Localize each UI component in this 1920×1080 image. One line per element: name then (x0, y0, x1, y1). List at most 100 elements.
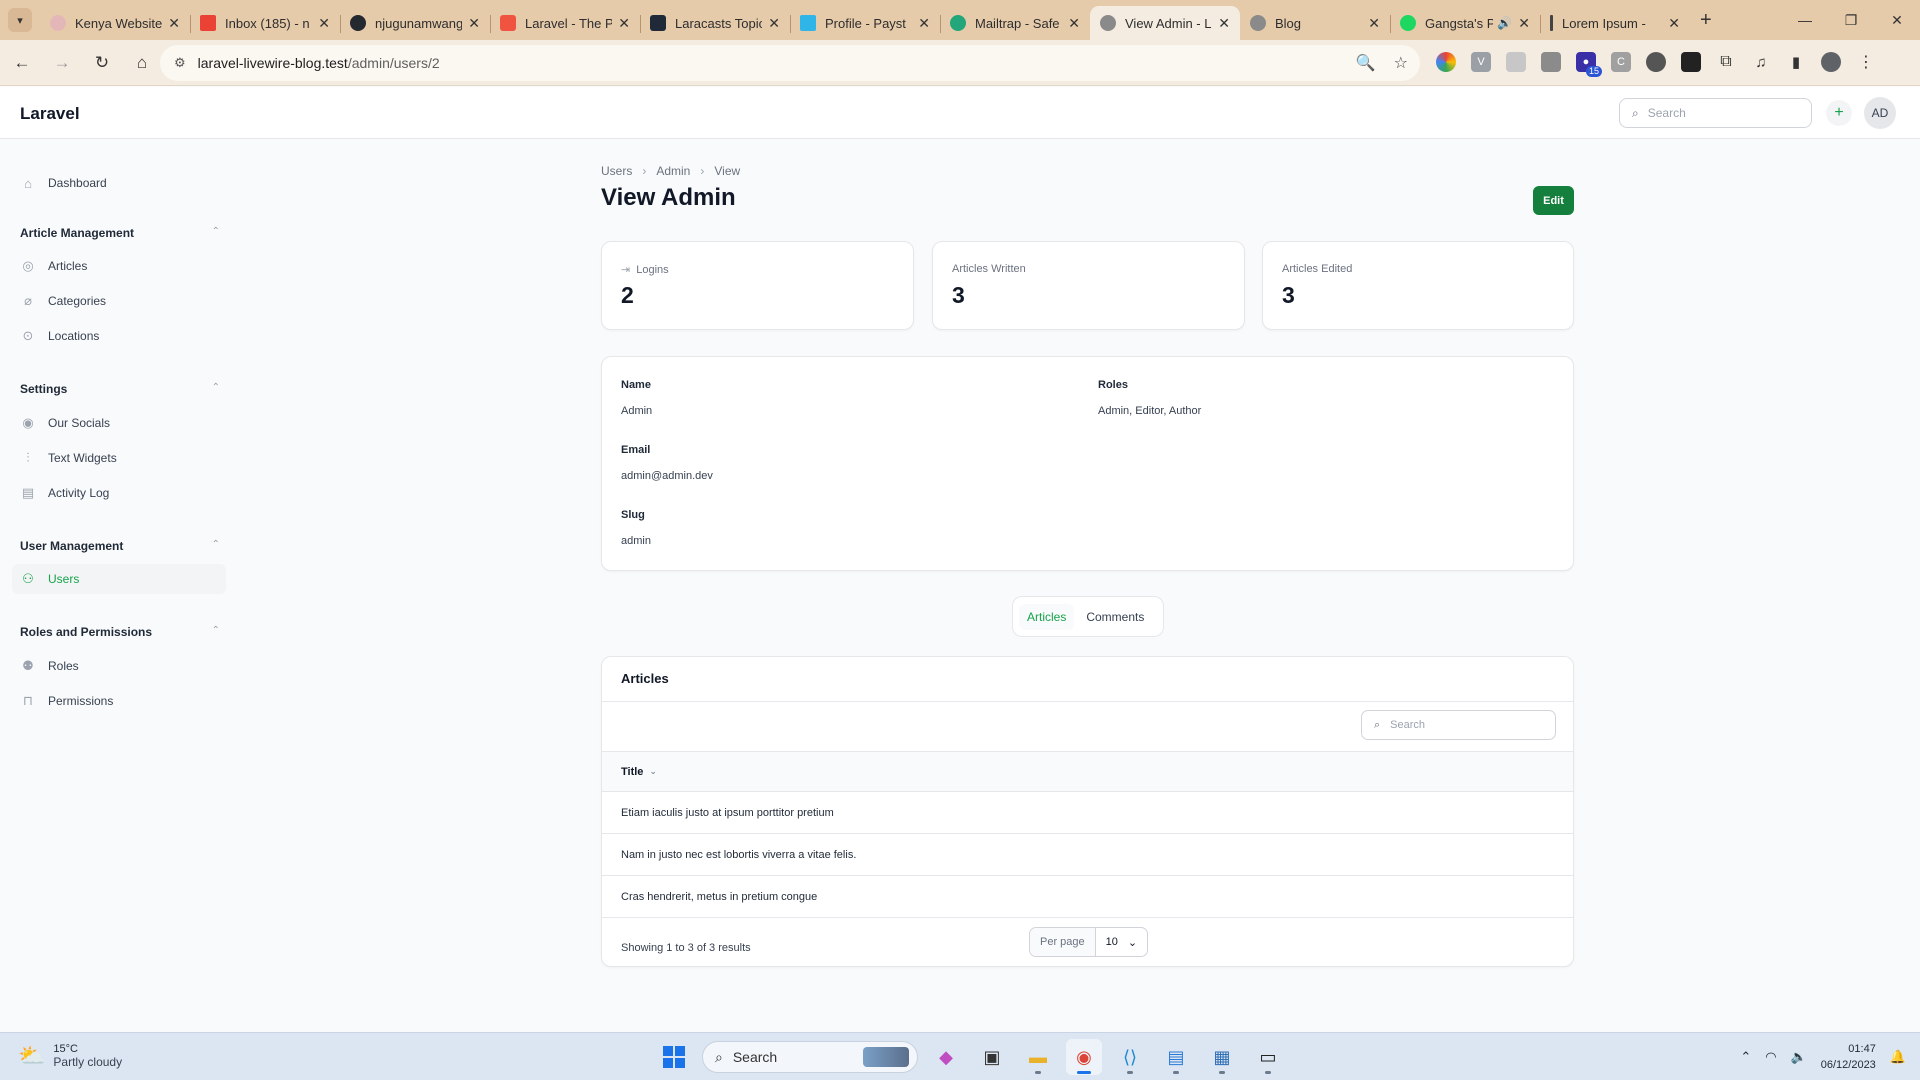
tab-close-icon[interactable]: ✕ (768, 15, 780, 32)
extension-icon[interactable]: C (1611, 52, 1631, 72)
tab-close-icon[interactable]: ✕ (318, 15, 330, 32)
sidebar-item-users[interactable]: ⚇ Users (12, 564, 226, 594)
sidebar-group-user-management[interactable]: User Management ⌃ (20, 539, 220, 553)
edit-button[interactable]: Edit (1533, 186, 1574, 215)
sidebar-group-article-management[interactable]: Article Management ⌃ (20, 226, 220, 240)
browser-tab[interactable]: Mailtrap - Safe ✕ (940, 6, 1090, 40)
tab-close-icon[interactable]: ✕ (918, 15, 930, 32)
browser-menu-icon[interactable]: ⋮ (1856, 52, 1876, 72)
sidebar-item-categories[interactable]: ⌀ Categories (12, 286, 226, 316)
breadcrumb-users-link[interactable]: Users (601, 164, 632, 178)
browser-tab[interactable]: Blog ✕ (1240, 6, 1390, 40)
wifi-icon[interactable]: ◠ (1765, 1049, 1776, 1065)
tab-close-icon[interactable]: ✕ (1068, 15, 1080, 32)
address-bar[interactable]: ⚙ laravel-livewire-blog.test/admin/users… (160, 45, 1420, 81)
extension-icon[interactable] (1681, 52, 1701, 72)
media-controls-icon[interactable]: ♫ (1751, 52, 1771, 72)
table-search-input[interactable]: ⌕ Search (1361, 710, 1556, 740)
extensions-puzzle-icon[interactable]: ⧉ (1716, 52, 1736, 72)
site-info-icon[interactable]: ⚙ (174, 55, 186, 71)
sidebar-group-roles-permissions[interactable]: Roles and Permissions ⌃ (20, 625, 220, 639)
sidebar-item-activity-log[interactable]: ▤ Activity Log (12, 478, 226, 508)
chevron-up-icon[interactable]: ⌃ (212, 625, 220, 639)
quick-add-button[interactable]: + (1826, 100, 1852, 126)
sidebar-item-locations[interactable]: ⊙ Locations (12, 321, 226, 351)
color-picker-extension-icon[interactable] (1436, 52, 1456, 72)
column-header-title[interactable]: Title ⌄ (602, 751, 1573, 791)
browser-tab[interactable]: Gangsta's P 🔊 ✕ (1390, 6, 1540, 40)
browser-tab[interactable]: njugunamwang ✕ (340, 6, 490, 40)
sidebar-item-text-widgets[interactable]: ⫶ Text Widgets (12, 443, 226, 473)
restore-icon[interactable]: ❐ (1828, 0, 1874, 40)
close-window-icon[interactable]: ✕ (1874, 0, 1920, 40)
chrome-icon[interactable]: ◉ (1066, 1039, 1102, 1075)
sidebar-item-dashboard[interactable]: ⌂ Dashboard (12, 168, 226, 198)
back-icon[interactable]: ← (4, 45, 40, 81)
browser-tab[interactable]: Inbox (185) - n ✕ (190, 6, 340, 40)
chevron-up-icon[interactable]: ⌃ (1740, 1049, 1751, 1065)
tab-close-icon[interactable]: ✕ (1218, 15, 1230, 32)
per-page-value[interactable]: 10 ⌄ (1096, 936, 1147, 949)
browser-tab-active[interactable]: View Admin - L ✕ (1090, 6, 1240, 40)
side-panel-icon[interactable]: ▮ (1786, 52, 1806, 72)
tab-close-icon[interactable]: ✕ (1368, 15, 1380, 32)
sidebar-item-permissions[interactable]: ⊓ Permissions (12, 686, 226, 716)
tab-comments[interactable]: Comments (1078, 604, 1152, 630)
extension-icon[interactable]: ● 15 (1576, 52, 1602, 77)
volume-icon[interactable]: 🔈 (1791, 1049, 1807, 1065)
browser-tab[interactable]: Lorem Ipsum - ✕ (1540, 6, 1690, 40)
task-view-icon[interactable]: ▣ (974, 1039, 1010, 1075)
browser-tab[interactable]: Profile - Payst ✕ (790, 6, 940, 40)
tab-close-icon[interactable]: ✕ (468, 15, 480, 32)
home-icon[interactable]: ⌂ (124, 45, 160, 81)
brand-logo[interactable]: Laravel (20, 104, 80, 124)
table-row[interactable]: Nam in justo nec est lobortis viverra a … (602, 833, 1573, 875)
notepad-icon[interactable]: ▤ (1158, 1039, 1194, 1075)
forward-icon[interactable]: → (44, 45, 80, 81)
table-row[interactable]: Cras hendrerit, metus in pretium congue (602, 875, 1573, 917)
chevron-up-icon[interactable]: ⌃ (212, 539, 220, 553)
browser-tab[interactable]: Kenya Website ✕ (40, 6, 190, 40)
chevron-down-icon[interactable]: ⌄ (649, 766, 657, 777)
extension-icon[interactable] (1506, 52, 1526, 72)
windows-start-icon[interactable] (656, 1039, 692, 1075)
new-tab-button[interactable]: + (1700, 9, 1712, 32)
performance-monitor-icon[interactable]: ▦ (1204, 1039, 1240, 1075)
table-row[interactable]: Etiam iaculis justo at ipsum porttitor p… (602, 791, 1573, 833)
tab-articles[interactable]: Articles (1019, 603, 1075, 630)
notification-bell-icon[interactable]: 🔔 (1890, 1049, 1906, 1065)
reload-icon[interactable]: ↻ (84, 45, 120, 81)
browser-tab[interactable]: Laracasts Topic ✕ (640, 6, 790, 40)
tab-close-icon[interactable]: ✕ (1668, 15, 1680, 32)
clock[interactable]: 01:47 06/12/2023 (1821, 1041, 1876, 1073)
user-avatar[interactable]: AD (1864, 97, 1896, 129)
bookmark-star-icon[interactable]: ☆ (1394, 53, 1408, 73)
terminal-icon[interactable]: ▭ (1250, 1039, 1286, 1075)
extension-icon[interactable] (1646, 52, 1666, 72)
profile-avatar-icon[interactable] (1821, 52, 1841, 72)
file-explorer-icon[interactable]: ▬ (1020, 1039, 1056, 1075)
sidebar-item-roles[interactable]: ⚉ Roles (12, 651, 226, 681)
vscode-icon[interactable]: ⟨⟩ (1112, 1039, 1148, 1075)
minimize-icon[interactable]: — (1782, 0, 1828, 40)
tab-close-icon[interactable]: ✕ (1518, 15, 1530, 32)
chevron-up-icon[interactable]: ⌃ (212, 382, 220, 396)
speaker-icon[interactable]: 🔊 (1497, 16, 1512, 30)
per-page-select[interactable]: Per page 10 ⌄ (1029, 927, 1149, 957)
weather-widget[interactable]: ⛅ 15°C Partly cloudy (18, 1043, 122, 1069)
zoom-icon[interactable]: 🔍 (1356, 53, 1376, 73)
tab-close-icon[interactable]: ✕ (168, 15, 180, 32)
copilot-icon[interactable]: ◆ (928, 1039, 964, 1075)
extension-icon[interactable] (1541, 52, 1561, 72)
sidebar-item-articles[interactable]: ◎ Articles (12, 251, 226, 281)
tab-search-button[interactable]: ▾ (8, 8, 32, 32)
chevron-up-icon[interactable]: ⌃ (212, 226, 220, 240)
sidebar-item-our-socials[interactable]: ◉ Our Socials (12, 408, 226, 438)
tab-close-icon[interactable]: ✕ (618, 15, 630, 32)
global-search-input[interactable]: ⌕ Search (1619, 98, 1812, 128)
sidebar-group-settings[interactable]: Settings ⌃ (20, 382, 220, 396)
taskbar-search[interactable]: ⌕ Search (702, 1041, 918, 1073)
breadcrumb-admin-link[interactable]: Admin (656, 164, 690, 178)
browser-tab[interactable]: Laravel - The P ✕ (490, 6, 640, 40)
vue-devtools-extension-icon[interactable]: V (1471, 52, 1491, 72)
